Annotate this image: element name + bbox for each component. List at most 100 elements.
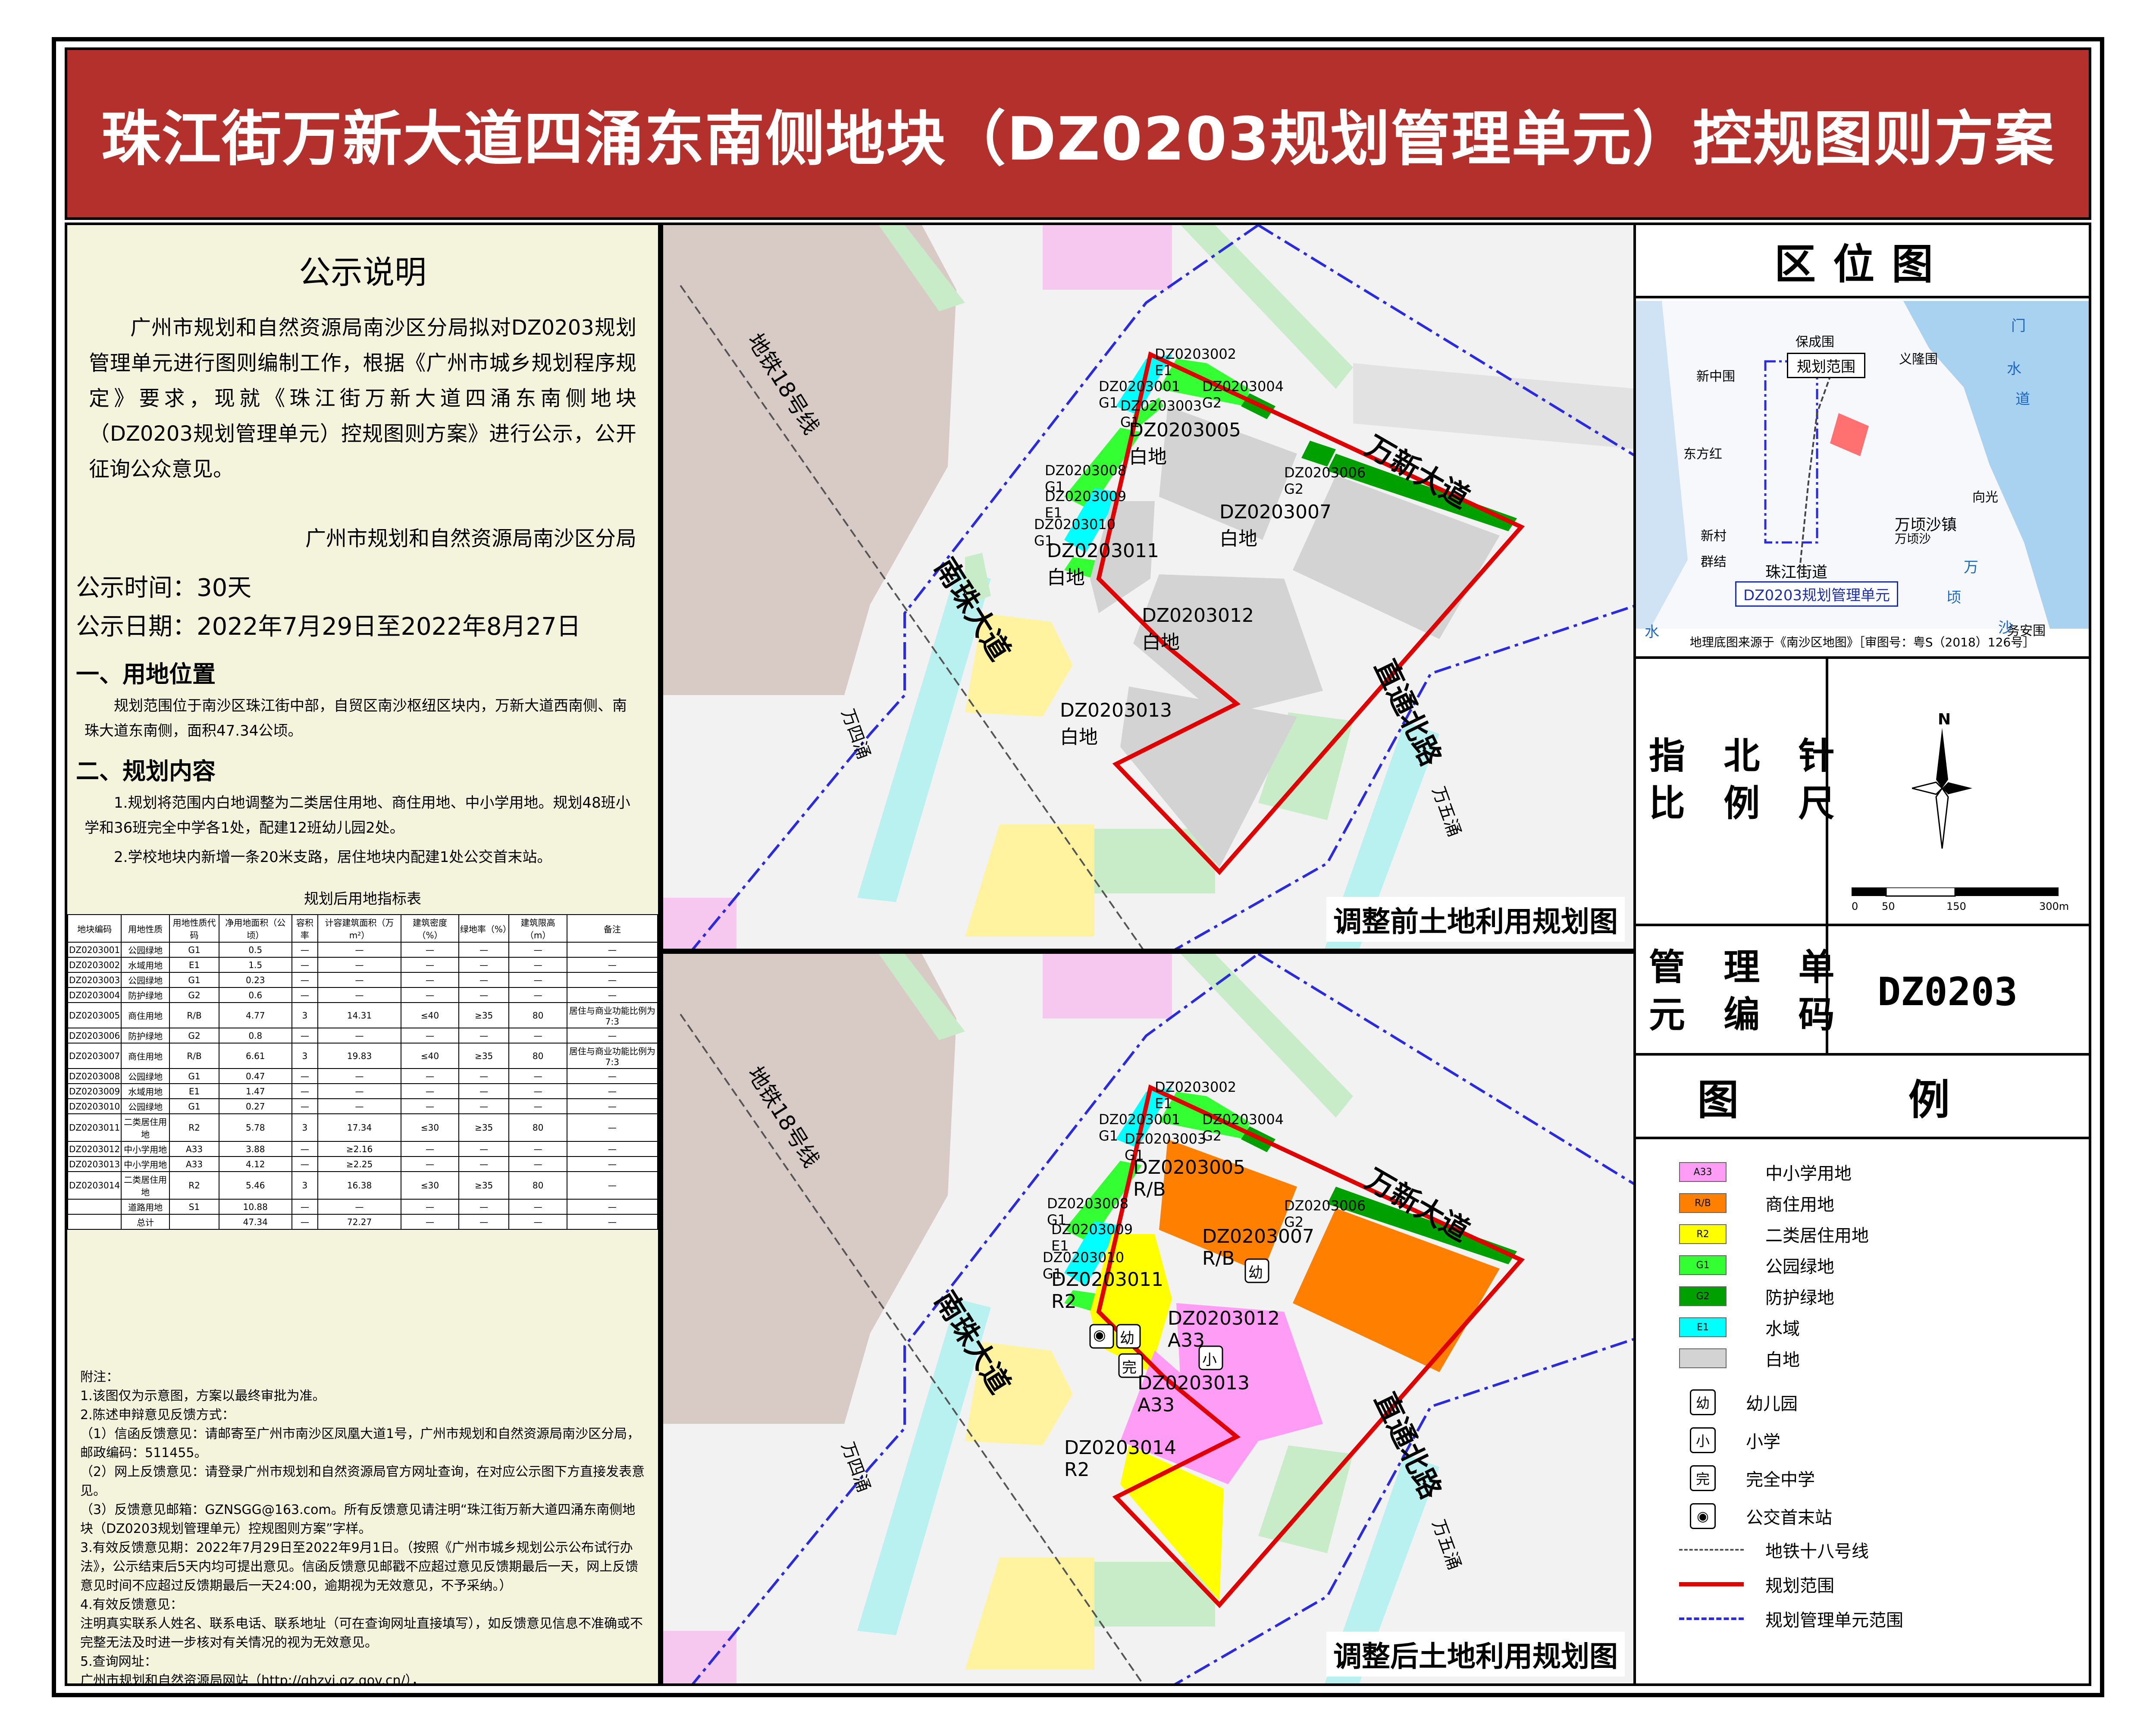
table-cell: — <box>566 1171 658 1200</box>
legend-label: 小学 <box>1746 1432 1780 1452</box>
place-label: 义隆围 <box>1899 352 1938 367</box>
table-cell: — <box>291 1083 319 1099</box>
table-cell: 17.34 <box>317 1113 402 1142</box>
table-cell: 3.88 <box>218 1141 292 1157</box>
table-cell: 防护绿地 <box>121 987 170 1003</box>
table-cell: G1 <box>169 1098 219 1114</box>
table-cell: — <box>401 1156 459 1172</box>
parcel-label: DZ0203011 白地 <box>1047 540 1159 589</box>
table-cell: — <box>317 1028 402 1044</box>
notice-dates: 公示日期：2022年7月29日至2022年8月27日 <box>76 613 581 641</box>
parcel-label: DZ0203005 白地 <box>1129 419 1241 468</box>
table-cell: 80 <box>508 1043 567 1069</box>
parcel-label: DZ0203012 白地 <box>1142 605 1254 653</box>
place-label: 向光 <box>1972 490 1998 505</box>
table-cell: — <box>317 987 402 1003</box>
table-cell: — <box>317 957 402 973</box>
table-cell: DZ0203012 <box>67 1141 122 1157</box>
notice-period: 公示时间：30天 <box>76 574 252 602</box>
legend-item: 完 完全中学 <box>1679 1461 1815 1495</box>
table-cell: G2 <box>169 987 219 1003</box>
parcel-label: DZ0203004 G2 <box>1202 1111 1284 1144</box>
table-header-cell: 用地性质代码 <box>169 914 219 943</box>
table-cell: G1 <box>169 972 219 988</box>
unit-label: DZ0203规划管理单元 <box>1735 581 1898 607</box>
table-cell: — <box>291 1098 319 1114</box>
table-row: DZ0203004 防护绿地 G2 0.6— — — — — — <box>67 987 658 1003</box>
table-row: 道路用地 S1 10.88— — — — — — <box>67 1199 658 1215</box>
table-cell: — <box>458 1156 510 1172</box>
table-cell: — <box>401 942 459 958</box>
table-cell: 5.46 <box>218 1171 292 1200</box>
table-cell: 水域用地 <box>121 1083 170 1099</box>
parcel-label: DZ0203011 R2 <box>1051 1269 1163 1313</box>
note-line: 2.陈述申辩意见反馈方式： <box>80 1407 235 1423</box>
table-cell: — <box>458 972 510 988</box>
note-line: 注明真实联系人姓名、联系电话、联系地址（可在查询网址直接填写），如反馈意见信息不… <box>80 1616 643 1650</box>
table-cell: — <box>291 942 319 958</box>
table-row: DZ0203005 商住用地 R/B 4.77 3 14.31 ≤40 ≥35 80 居住与商业功… <box>67 1002 658 1028</box>
parcel-label: DZ0203013 白地 <box>1060 699 1172 748</box>
table-row: DZ0203007 商住用地 R/B 6.61 3 19.83 ≤40 ≥35 80 居住与商业功… <box>67 1043 658 1069</box>
note-line: 1.该图仅为示意图，方案以最终审批为准。 <box>80 1388 326 1404</box>
table-cell: — <box>291 1068 319 1084</box>
table-cell: DZ0203011 <box>67 1113 122 1142</box>
table-cell: — <box>566 1028 658 1044</box>
legend-symbol-icon: 小 <box>1690 1427 1716 1453</box>
table-cell: 72.27 <box>317 1214 402 1230</box>
table-cell: — <box>458 987 510 1003</box>
table-cell: R/B <box>169 1043 219 1069</box>
table-cell: — <box>508 1199 567 1215</box>
table-cell: — <box>458 942 510 958</box>
note-line: （1）信函反馈意见：请邮寄至广州市南沙区凤凰大道1号，广州市规划和自然资源局南沙… <box>80 1426 640 1460</box>
table-cell: — <box>458 1028 510 1044</box>
legend-label: 公交首末站 <box>1746 1508 1832 1528</box>
table-cell: — <box>566 1214 658 1230</box>
table-cell: R2 <box>169 1113 219 1142</box>
page-title: 珠江街万新大道四涌东南侧地块（DZ0203规划管理单元）控规图则方案 <box>101 104 2055 174</box>
parcel-label: DZ0203002 E1 <box>1155 346 1237 379</box>
table-cell: A33 <box>169 1141 219 1157</box>
legend-label: 二类居住用地 <box>1765 1226 1869 1246</box>
table-cell: DZ0203003 <box>67 972 122 988</box>
legend-item: 白地 <box>1679 1345 1800 1371</box>
table-cell: — <box>401 1028 459 1044</box>
table-cell: — <box>291 1141 319 1157</box>
table-cell: 6.61 <box>218 1043 292 1069</box>
table-cell: — <box>458 1068 510 1084</box>
table-cell: — <box>291 1156 319 1172</box>
table-header-cell: 容积率 <box>291 914 319 943</box>
table-cell: 二类居住用地 <box>121 1113 170 1142</box>
table-header-cell: 地块编码 <box>67 914 122 943</box>
place-label: 万顷沙 <box>1895 532 1931 546</box>
legend-swatch: E1 <box>1679 1317 1727 1337</box>
table-cell: R2 <box>169 1171 219 1200</box>
note-line: 5.查询网址： <box>80 1654 157 1669</box>
primary-school-icon: 小 <box>1202 1351 1217 1369</box>
table-cell: 3 <box>291 1043 319 1069</box>
table-cell: ≤30 <box>401 1171 459 1200</box>
table-cell: ≥2.16 <box>317 1141 402 1157</box>
table-cell: 0.5 <box>218 942 292 958</box>
title-bar: 珠江街万新大道四涌东南侧地块（DZ0203规划管理单元）控规图则方案 <box>65 47 2091 220</box>
note-line: 广州市规划和自然资源局网站（http://ghzyj.gz.gov.cn/）， <box>80 1673 425 1686</box>
north-box: 指 北 针 比 例 尺 N 0 50 150 300m <box>1636 656 2089 926</box>
table-cell: DZ0203002 <box>67 957 122 973</box>
table-cell: 中小学用地 <box>121 1141 170 1157</box>
right-column: 区位图 保成围 新中围 义隆围 东方红 新村 群结 珠江街道 万顷沙镇 万顷沙 … <box>1633 223 2091 1686</box>
legend-label: 幼儿园 <box>1746 1394 1798 1414</box>
table-header-cell: 建筑限高（m） <box>508 914 567 943</box>
note-line: 3.有效反馈意见期：2022年7月29日至2022年9月1日。（按照《广州市城乡… <box>80 1540 639 1593</box>
notice-heading: 公示说明 <box>299 254 426 291</box>
north-label: 指 北 针 比 例 尺 <box>1649 735 1848 824</box>
legend-item: 小 小学 <box>1679 1423 1780 1457</box>
parcel-label: DZ0203002 E1 <box>1155 1079 1237 1112</box>
notes: 附注： 1.该图仅为示意图，方案以最终审批为准。 2.陈述申辩意见反馈方式： （1）信… <box>67 1368 658 1686</box>
unit-code-value: DZ0203 <box>1877 969 2018 1015</box>
map-after-panel: 万新大道 南珠大道 直通北路 地铁18号线 万四涌 万五涌 DZ0203002 E… <box>661 951 1636 1686</box>
table-cell: — <box>566 987 658 1003</box>
table-cell: — <box>566 1141 658 1157</box>
legend-line-sample <box>1679 1617 1744 1620</box>
table-cell: — <box>566 1068 658 1084</box>
table-row: DZ0203009 水域用地 E1 1.47— — — — — — <box>67 1083 658 1099</box>
